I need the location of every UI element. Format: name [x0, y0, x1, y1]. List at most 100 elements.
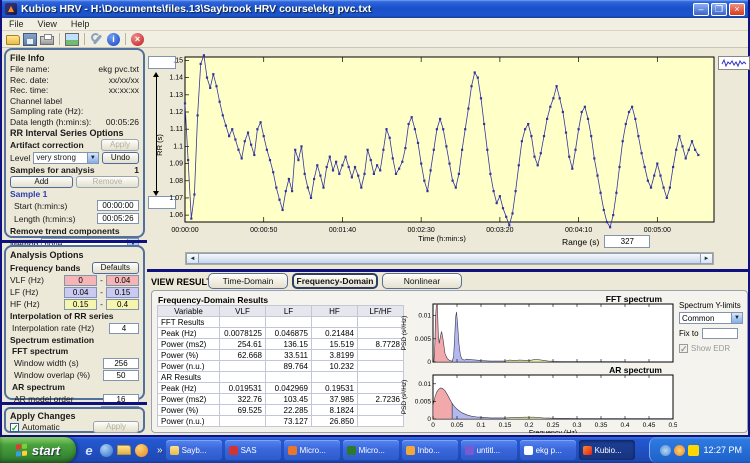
show-edr-checkbox[interactable]: ✓: [679, 344, 688, 353]
value-cell: 73.127: [266, 416, 312, 427]
taskbar-button-micro[interactable]: Micro...: [284, 440, 340, 460]
nav-tray-icon[interactable]: [660, 445, 671, 456]
band-low-field[interactable]: [64, 299, 97, 310]
band-low-field[interactable]: [64, 287, 97, 298]
notepad-icon: [524, 446, 533, 455]
window-overlap-field[interactable]: [103, 370, 139, 381]
overview-thumbnail-button[interactable]: [718, 56, 750, 70]
variable-cell: AR Results: [158, 372, 220, 383]
window-width-field[interactable]: [103, 358, 139, 369]
titlebar[interactable]: Kubios HRV - H:\Documents\files.13\Saybr…: [2, 0, 748, 18]
toolbar-separator: [59, 33, 60, 45]
band-low-field[interactable]: [64, 275, 97, 286]
taskbar-button-untitl[interactable]: untitl...: [461, 440, 517, 460]
value-cell: [266, 317, 312, 328]
rr-interval-plot[interactable]: .151.141.131.121.111.11.091.081.071.0600…: [148, 50, 718, 246]
svg-text:1.06: 1.06: [169, 212, 183, 219]
preferences-icon[interactable]: [90, 33, 104, 46]
taskbar-button-ekgp[interactable]: ekg p...: [520, 440, 576, 460]
quick-launch-bar: e: [76, 443, 154, 457]
save-icon[interactable]: [23, 33, 37, 46]
messenger-icon[interactable]: [100, 444, 113, 457]
band-high-field[interactable]: [106, 275, 139, 286]
tab-nonlinear[interactable]: Nonlinear: [382, 273, 462, 289]
table-row: Power (%)69.52522.2858.1824: [158, 405, 404, 416]
apply-changes-button[interactable]: Apply: [93, 421, 139, 433]
taskbar-button-kubio[interactable]: Kubio...: [579, 440, 635, 460]
samples-label: Samples for analysis: [10, 165, 95, 175]
export-image-icon[interactable]: [65, 33, 79, 46]
automatic-checkbox[interactable]: ✓: [10, 423, 19, 432]
interp-rate-field[interactable]: [109, 323, 139, 334]
clock-icon[interactable]: [135, 444, 148, 457]
folder-icon[interactable]: [117, 445, 131, 455]
ie-icon[interactable]: e: [82, 443, 96, 457]
column-header: Variable: [158, 306, 220, 317]
variable-cell: Power (ms2): [158, 394, 220, 405]
range-field[interactable]: [604, 235, 650, 248]
open-file-icon[interactable]: [6, 35, 20, 45]
band-high-field[interactable]: [106, 287, 139, 298]
menu-view[interactable]: View: [31, 19, 64, 29]
svg-text:0.01: 0.01: [418, 313, 431, 320]
scrollbar-thumb[interactable]: [199, 253, 700, 264]
ar-spectrum-title: AR spectrum: [10, 382, 139, 392]
start-time-field[interactable]: [97, 200, 139, 211]
samples-count: 1: [134, 165, 139, 175]
file-info-value: xx/xx/xx: [109, 75, 139, 85]
column-header: LF: [266, 306, 312, 317]
scroll-right-icon[interactable]: ►: [700, 253, 713, 264]
overflow-chevron-icon[interactable]: »: [154, 445, 166, 456]
defaults-button[interactable]: Defaults: [92, 262, 139, 274]
column-header: VLF: [220, 306, 266, 317]
close-button[interactable]: ×: [729, 3, 745, 16]
clock-tray-icon[interactable]: [674, 445, 685, 456]
menu-file[interactable]: File: [2, 19, 31, 29]
remove-sample-button[interactable]: Remove: [76, 176, 139, 188]
svg-text:0.45: 0.45: [643, 422, 656, 429]
value-cell: 0.0078125: [220, 328, 266, 339]
artifact-apply-button[interactable]: Apply: [101, 139, 139, 151]
taskbar-button-label: Micro...: [300, 446, 326, 455]
length-label: Length (h:min:s): [14, 214, 75, 224]
add-sample-button[interactable]: Add: [10, 176, 73, 188]
updates-tray-icon[interactable]: [688, 445, 699, 456]
spectrum-ylimits-panel: Spectrum Y-limits Common ▼ Fix to ✓ Show…: [679, 301, 745, 353]
ylimits-select[interactable]: Common ▼: [679, 312, 743, 324]
taskbar-button-sas[interactable]: SAS: [225, 440, 281, 460]
folder-icon: [170, 446, 179, 455]
svg-text:1.12: 1.12: [169, 109, 183, 116]
undo-button[interactable]: Undo: [102, 152, 139, 164]
close-file-icon[interactable]: ×: [131, 33, 144, 46]
ar-spectrum-plot[interactable]: 00.050.10.150.20.250.30.350.40.450.500.0…: [397, 373, 677, 433]
start-button[interactable]: start: [0, 437, 76, 463]
value-cell: 0.046875: [266, 328, 312, 339]
tab-frequency-domain[interactable]: Frequency-Domain: [292, 273, 378, 289]
fft-spectrum-plot[interactable]: 00.0050.01PSD (s²/Hz): [397, 302, 677, 364]
level-select[interactable]: very strong ▼: [33, 152, 99, 164]
minimize-button[interactable]: –: [693, 3, 709, 16]
tab-time-domain[interactable]: Time-Domain: [208, 273, 288, 289]
band-high-field[interactable]: [106, 299, 139, 310]
print-icon[interactable]: [40, 36, 54, 45]
table-row: Power (ms2)254.61136.1515.5198.7728: [158, 339, 404, 350]
svg-text:.15: .15: [173, 57, 183, 64]
taskbar-button-micro[interactable]: Micro...: [343, 440, 399, 460]
fixto-field[interactable]: [702, 328, 738, 339]
length-field[interactable]: [97, 213, 139, 224]
taskbar: start e » Sayb...SASMicro...Micro...Inbo…: [0, 437, 750, 463]
start-label: Start (h:min:s): [14, 201, 67, 211]
taskbar-button-inbo[interactable]: Inbo...: [402, 440, 458, 460]
menu-help[interactable]: Help: [64, 19, 97, 29]
file-info-row: Rec. time:xx:xx:xx: [10, 85, 139, 96]
level-label: Level: [10, 153, 30, 163]
results-panel: Frequency-Domain Results VariableVLFLFHF…: [151, 290, 748, 433]
windows-flag-icon: [16, 443, 28, 456]
restore-button[interactable]: ❐: [711, 3, 727, 16]
taskbar-button-sayb[interactable]: Sayb...: [166, 440, 222, 460]
results-tabs: Time-DomainFrequency-DomainNonlinear: [208, 273, 462, 289]
about-icon[interactable]: i: [107, 33, 120, 46]
rr-horizontal-scrollbar[interactable]: ◄ ►: [185, 252, 714, 265]
range-label: Range (s): [562, 237, 599, 247]
scroll-left-icon[interactable]: ◄: [186, 253, 199, 264]
